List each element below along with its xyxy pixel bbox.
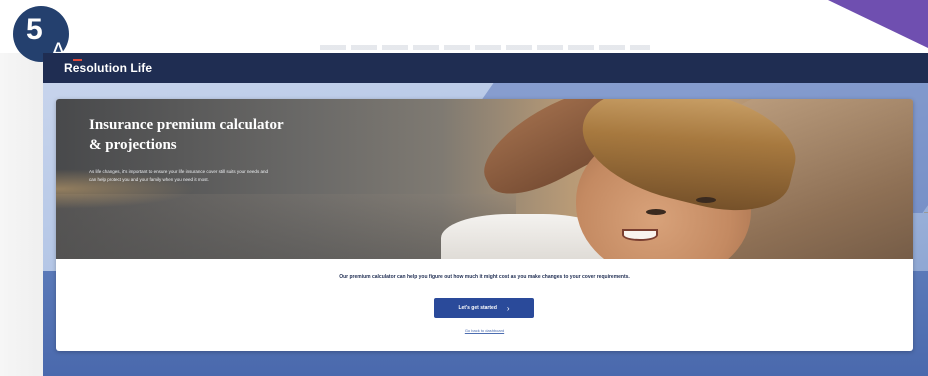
promo-text: Our premium calculator can help you figu… bbox=[339, 274, 630, 280]
background-text bbox=[320, 45, 650, 50]
hero-photo-eye bbox=[646, 209, 666, 215]
logo-mark-icon bbox=[73, 59, 82, 61]
calculator-card: Insurance premium calculator & projectio… bbox=[56, 99, 913, 351]
step-number: 5 bbox=[26, 13, 43, 46]
corner-decoration bbox=[828, 0, 928, 48]
hero-title: Insurance premium calculator & projectio… bbox=[89, 117, 284, 153]
edge-mark bbox=[924, 212, 928, 213]
hero-description: As life changes, it's important to ensur… bbox=[89, 169, 268, 182]
hero-photo-eye bbox=[696, 197, 716, 203]
brand-logo[interactable]: Resolution Life bbox=[64, 61, 152, 75]
app-screenshot: Resolution Life Insurance premium calcul… bbox=[43, 53, 928, 376]
top-navigation-bar: Resolution Life bbox=[43, 53, 928, 83]
left-margin bbox=[0, 53, 43, 376]
hero-photo-smile bbox=[622, 229, 658, 241]
get-started-label: Let's get started bbox=[458, 305, 497, 311]
hero-banner: Insurance premium calculator & projectio… bbox=[56, 99, 913, 259]
back-to-dashboard-link[interactable]: Go back to dashboard bbox=[56, 328, 913, 333]
chevron-right-icon: › bbox=[506, 303, 510, 313]
get-started-button[interactable]: Let's get started › bbox=[434, 298, 534, 318]
